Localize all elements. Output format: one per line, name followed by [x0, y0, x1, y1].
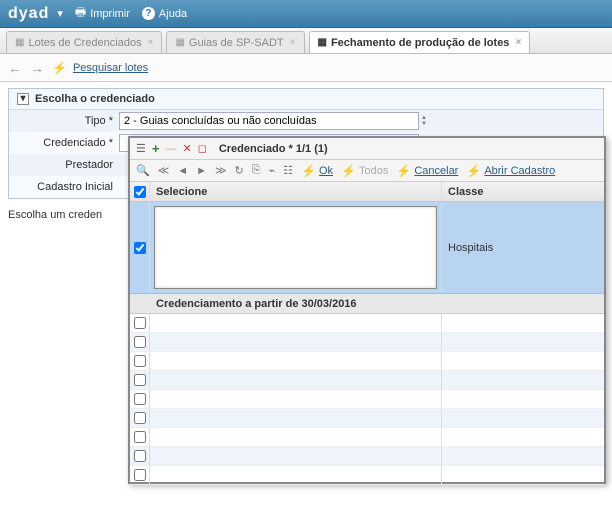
help-icon: ?	[142, 7, 155, 20]
help-button[interactable]: ? Ajuda	[142, 7, 187, 20]
nav-forward-icon[interactable]: →	[30, 60, 44, 76]
content-area: ▾ Escolha o credenciado Tipo * ▲▼ Creden…	[0, 82, 612, 506]
label-cadastro-inicial: Cadastro Inicial	[9, 181, 119, 193]
grid-row[interactable]	[130, 390, 604, 409]
key-icon[interactable]: ⌁	[269, 164, 276, 177]
row-checkbox[interactable]	[134, 336, 146, 348]
col-classe-header[interactable]: Classe	[442, 182, 604, 201]
add-icon[interactable]: +	[152, 141, 160, 156]
panel-collapse-icon[interactable]: ▾	[17, 93, 29, 105]
bolt-icon: ⚡	[301, 164, 316, 178]
header-checkbox[interactable]	[134, 186, 146, 198]
row-checkbox[interactable]	[134, 469, 146, 481]
row-checkbox[interactable]	[134, 374, 146, 386]
bolt-icon: ⚡	[466, 164, 481, 178]
logo-dropdown-icon[interactable]: ▾	[57, 7, 63, 20]
app-topbar: dyad ▾ 🖶 Imprimir ? Ajuda	[0, 0, 612, 28]
app-logo: dyad	[8, 5, 49, 23]
tab-label: Guias de SP-SADT	[189, 37, 284, 49]
row-checkbox[interactable]	[134, 450, 146, 462]
label-credenciado: Credenciado *	[9, 137, 119, 149]
tipo-field[interactable]	[119, 112, 419, 130]
selecione-editor[interactable]	[154, 206, 437, 289]
help-label: Ajuda	[159, 8, 187, 20]
row-checkbox[interactable]	[134, 355, 146, 367]
todos-action[interactable]: ⚡Todos	[341, 164, 388, 178]
print-icon: 🖶	[75, 3, 86, 24]
tab-icon: ▦	[15, 37, 24, 48]
tipo-spinner[interactable]: ▲▼	[421, 115, 427, 127]
print-label: Imprimir	[90, 8, 130, 20]
tab-icon: ▦	[175, 37, 184, 48]
abrir-label: Abrir Cadastro	[484, 165, 555, 177]
bolt-icon: ⚡	[341, 164, 356, 178]
popup-title: Credenciado * 1/1 (1)	[219, 143, 328, 155]
cancelar-action[interactable]: ⚡Cancelar	[396, 164, 458, 178]
close-icon[interactable]: ×	[290, 37, 296, 48]
classe-cell: Hospitais	[442, 202, 604, 293]
first-icon[interactable]: ≪	[158, 164, 170, 177]
credenciado-popup: ☰ + — ✕ ◻ Credenciado * 1/1 (1) 🔍 ≪ ◄ ► …	[128, 136, 606, 484]
copy-icon[interactable]: ⎘	[252, 164, 261, 177]
grid-body: Hospitais Credenciamento a partir de 30/…	[130, 202, 604, 486]
label-tipo: Tipo *	[9, 115, 119, 127]
grid-row[interactable]	[130, 333, 604, 352]
delete-icon[interactable]: ✕	[182, 142, 191, 155]
next-icon[interactable]: ►	[196, 165, 207, 177]
popup-toolbar-2: 🔍 ≪ ◄ ► ≫ ↻ ⎘ ⌁ ☷ ⚡Ok ⚡Todos ⚡Cancelar ⚡…	[130, 160, 604, 182]
panel-title: Escolha o credenciado	[35, 93, 155, 105]
search-icon[interactable]: 🔍	[136, 164, 150, 177]
stop-icon[interactable]: ◻	[198, 142, 207, 155]
ok-action[interactable]: ⚡Ok	[301, 164, 333, 178]
grid-header: Selecione Classe	[130, 182, 604, 202]
bolt-icon: ⚡	[396, 164, 411, 178]
nav-back-icon[interactable]: ←	[8, 60, 22, 76]
refresh-icon[interactable]: ↻	[235, 164, 244, 177]
grid-row[interactable]	[130, 371, 604, 390]
tab-fechamento-producao[interactable]: ▦ Fechamento de produção de lotes ×	[309, 31, 531, 53]
close-icon[interactable]: ×	[515, 37, 521, 48]
search-lotes-link[interactable]: Pesquisar lotes	[73, 62, 148, 74]
tab-guias-sp-sadt[interactable]: ▦ Guias de SP-SADT ×	[166, 31, 304, 53]
row-checkbox[interactable]	[134, 317, 146, 329]
col-selecione-header[interactable]: Selecione	[150, 182, 442, 201]
tree-icon[interactable]: ☷	[283, 164, 293, 177]
todos-label: Todos	[359, 165, 388, 177]
close-icon[interactable]: ×	[148, 37, 154, 48]
grid-row[interactable]	[130, 466, 604, 485]
info-row: Credenciamento a partir de 30/03/2016	[130, 294, 604, 314]
row-checkbox[interactable]	[134, 393, 146, 405]
row-checkbox[interactable]	[134, 412, 146, 424]
panel-header: ▾ Escolha o credenciado	[9, 89, 603, 110]
grid-row[interactable]	[130, 314, 604, 333]
label-prestador: Prestador	[9, 159, 119, 171]
page-toolbar: ← → ⚡ Pesquisar lotes	[0, 54, 612, 82]
header-checkbox-cell	[130, 182, 150, 201]
prev-icon[interactable]: ◄	[177, 165, 188, 177]
list-icon[interactable]: ☰	[136, 142, 146, 155]
grid-row[interactable]	[130, 428, 604, 447]
grid-row[interactable]	[130, 352, 604, 371]
row-checkbox[interactable]	[134, 242, 146, 254]
tab-label: Fechamento de produção de lotes	[331, 37, 509, 49]
abrir-cadastro-action[interactable]: ⚡Abrir Cadastro	[466, 164, 555, 178]
bolt-icon: ⚡	[52, 61, 67, 75]
row-checkbox[interactable]	[134, 431, 146, 443]
grid-selected-row[interactable]: Hospitais	[130, 202, 604, 294]
remove-icon[interactable]: —	[165, 143, 176, 155]
popup-toolbar-1: ☰ + — ✕ ◻ Credenciado * 1/1 (1)	[130, 138, 604, 160]
print-button[interactable]: 🖶 Imprimir	[75, 3, 130, 24]
cancelar-label: Cancelar	[414, 165, 458, 177]
tab-strip: ▦ Lotes de Credenciados × ▦ Guias de SP-…	[0, 28, 612, 54]
tab-icon: ▦	[318, 37, 327, 48]
tab-label: Lotes de Credenciados	[28, 37, 141, 49]
grid-row[interactable]	[130, 447, 604, 466]
grid-row[interactable]	[130, 409, 604, 428]
ok-label: Ok	[319, 165, 333, 177]
last-icon[interactable]: ≫	[215, 164, 227, 177]
tab-lotes-credenciados[interactable]: ▦ Lotes de Credenciados ×	[6, 31, 162, 53]
